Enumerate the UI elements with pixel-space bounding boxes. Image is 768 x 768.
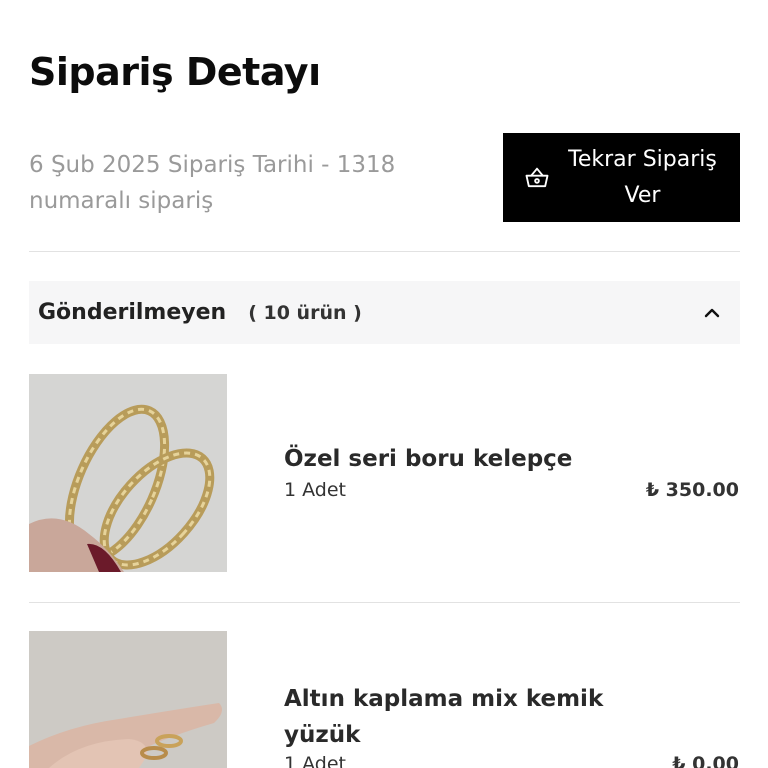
product-image-ring[interactable] — [29, 631, 227, 768]
order-detail-page: Sipariş Detayı 6 Şub 2025 Sipariş Tarihi… — [0, 0, 768, 768]
order-meta: 6 Şub 2025 Sipariş Tarihi - 1318 numaral… — [29, 152, 396, 214]
group-title: Gönderilmeyen — [38, 300, 227, 325]
divider — [29, 602, 740, 603]
bracelet-photo — [29, 374, 227, 572]
product-name[interactable]: Altın kaplama mix kemik yüzük — [284, 681, 644, 753]
product-price: ₺ 350.00 — [645, 479, 739, 501]
reorder-label: Tekrar Sipariş Ver — [568, 146, 717, 208]
basket-icon — [525, 167, 549, 187]
reorder-button[interactable]: Tekrar Sipariş Ver — [503, 133, 740, 222]
page-title: Sipariş Detayı — [29, 50, 321, 94]
group-header-unshipped[interactable]: Gönderilmeyen ( 10 ürün ) — [29, 281, 740, 344]
divider — [29, 251, 740, 252]
product-qty: 1 Adet — [284, 479, 346, 501]
product-price: ₺ 0.00 — [672, 753, 739, 768]
ring-photo — [29, 631, 227, 768]
product-qty: 1 Adet — [284, 753, 346, 768]
product-name[interactable]: Özel seri boru kelepçe — [284, 441, 644, 477]
product-image-bracelet[interactable] — [29, 374, 227, 572]
chevron-up-icon[interactable] — [702, 303, 722, 323]
group-count: ( 10 ürün ) — [248, 301, 362, 324]
